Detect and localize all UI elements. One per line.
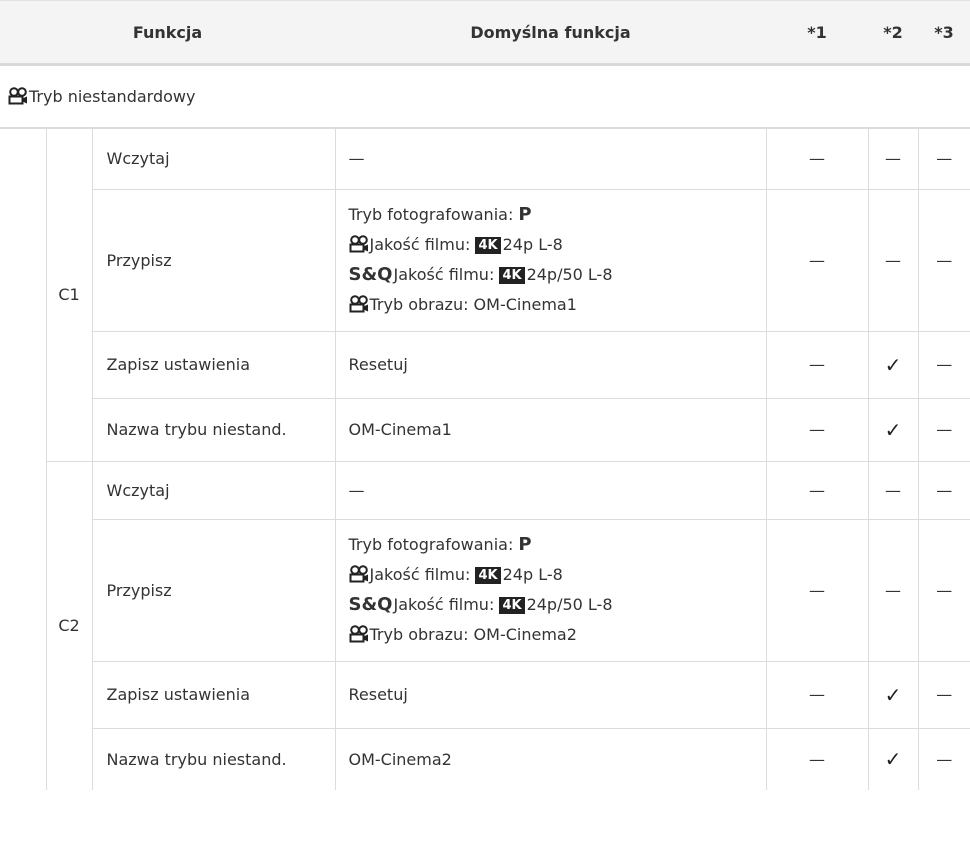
movie-icon	[349, 565, 368, 583]
default-cell: —	[335, 128, 767, 190]
flag-cell: —	[766, 661, 869, 729]
sq-icon: S&Q	[348, 264, 393, 285]
function-cell: Wczytaj	[92, 461, 336, 520]
4k-icon: 4K	[475, 567, 501, 584]
sq-icon: S&Q	[348, 594, 393, 615]
header-col3: *3	[918, 0, 970, 66]
movie-icon	[349, 235, 368, 253]
flag-cell: —	[766, 189, 869, 332]
flag-cell: —	[868, 519, 919, 662]
table-row: Przypisz Tryb fotografowania: P Jakość f…	[0, 189, 970, 332]
flag-cell: —	[766, 461, 869, 520]
header-col1: *1	[766, 0, 868, 66]
movie-icon	[349, 625, 368, 643]
table-row: Zapisz ustawienia Resetuj — ✓ —	[0, 661, 970, 729]
flag-cell: —	[868, 128, 919, 190]
flag-cell: —	[766, 728, 869, 790]
default-cell: Resetuj	[335, 661, 767, 729]
table-row: Nazwa trybu niestand. OM-Cinema1 — ✓ —	[0, 398, 970, 462]
flag-cell: —	[918, 331, 970, 399]
table-row: Zapisz ustawienia Resetuj — ✓ —	[0, 331, 970, 399]
flag-cell: —	[936, 749, 953, 769]
flag-cell: —	[766, 519, 869, 662]
function-cell: Przypisz	[92, 519, 336, 662]
flag-cell: —	[766, 128, 869, 190]
4k-icon: 4K	[475, 237, 501, 254]
flag-cell: —	[868, 461, 919, 520]
flag-cell: —	[766, 398, 869, 462]
mode-p: P	[518, 204, 532, 225]
flag-cell: —	[766, 331, 869, 399]
settings-table: Funkcja Domyślna funkcja *1 *2 *3 Tryb n…	[0, 0, 970, 790]
function-cell: Zapisz ustawienia	[92, 331, 336, 399]
table-row: C2 Wczytaj — — — —	[0, 461, 970, 790]
check-icon: ✓	[868, 661, 919, 729]
default-cell: Tryb fotografowania: P Jakość filmu: 4K 2…	[335, 519, 767, 662]
table-row: Przypisz Tryb fotografowania: P Jakość f…	[0, 519, 970, 662]
table-header: Funkcja Domyślna funkcja *1 *2 *3	[0, 0, 970, 66]
flag-cell: —	[918, 661, 970, 729]
function-cell: Nazwa trybu niestand.	[92, 728, 336, 790]
function-cell: Przypisz	[92, 189, 336, 332]
flag-cell: —	[918, 189, 970, 332]
group-label: C1	[45, 128, 93, 462]
mode-p: P	[518, 534, 532, 555]
default-cell: —	[335, 461, 767, 520]
movie-mode-icon	[8, 87, 27, 105]
movie-icon	[349, 295, 368, 313]
flag-cell: —	[868, 189, 919, 332]
flag-cell: —	[918, 461, 970, 520]
section-label: Tryb niestandardowy	[29, 87, 196, 106]
header-funkcja: Funkcja	[0, 0, 335, 66]
function-cell: Zapisz ustawienia	[92, 661, 336, 729]
check-icon: ✓	[868, 398, 919, 462]
section-row: Tryb niestandardowy	[0, 64, 970, 129]
4k-icon: 4K	[499, 597, 525, 614]
default-cell: Resetuj	[335, 331, 767, 399]
function-cell: Wczytaj	[92, 128, 336, 190]
flag-cell: —	[918, 128, 970, 190]
flag-cell: —	[918, 519, 970, 662]
4k-icon: 4K	[499, 267, 525, 284]
table-row: C1 Wczytaj — — — —	[0, 128, 970, 462]
table-row: Nazwa trybu niestand. OM-Cinema2 — ✓ —	[0, 728, 970, 790]
group-label: C2	[45, 461, 93, 790]
default-cell: OM-Cinema1	[335, 398, 767, 462]
header-col2: *2	[868, 0, 918, 66]
function-cell: Nazwa trybu niestand.	[92, 398, 336, 462]
check-icon: ✓	[868, 728, 919, 790]
header-domyslna: Domyślna funkcja	[335, 0, 766, 66]
default-cell: Tryb fotografowania: P Jakość filmu: 4K 2…	[335, 189, 767, 332]
check-icon: ✓	[868, 331, 919, 399]
flag-cell: —	[918, 398, 970, 462]
default-cell: OM-Cinema2	[335, 728, 767, 790]
